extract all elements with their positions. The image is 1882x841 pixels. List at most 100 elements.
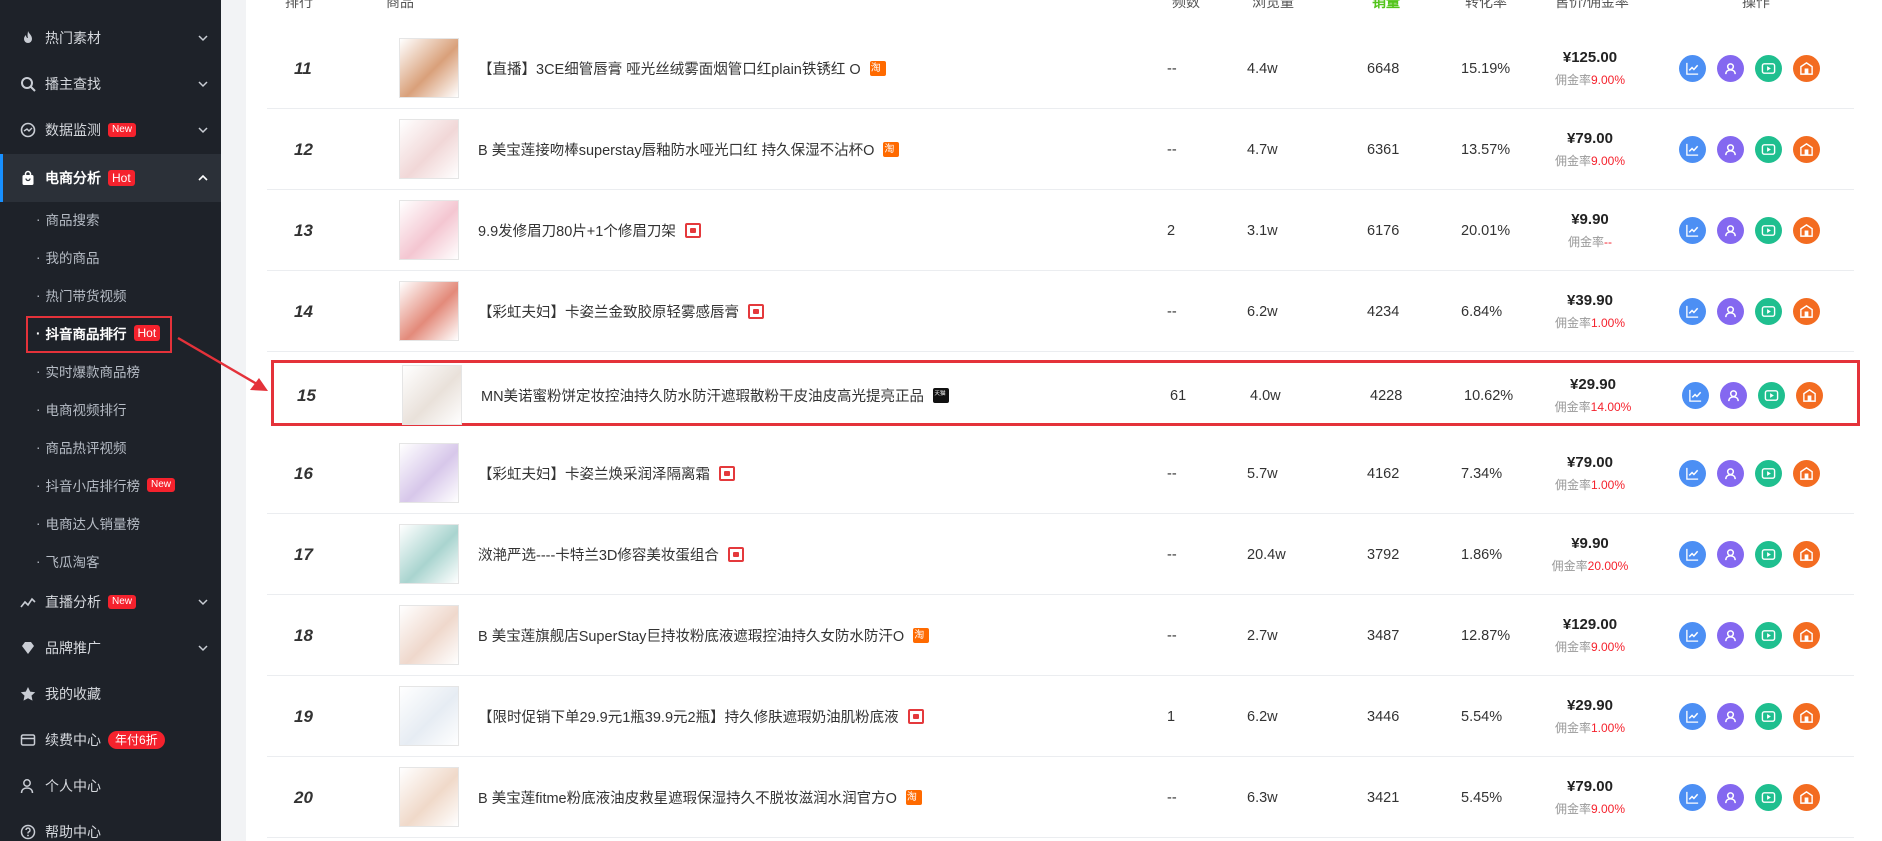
sub-item-ecom-video-ranking[interactable]: · 电商视频排行 xyxy=(36,390,127,428)
nav-hot-material[interactable]: 热门素材 xyxy=(0,16,221,60)
trend-chart-icon[interactable] xyxy=(1679,541,1706,568)
nav-streamer-search[interactable]: 播主查找 xyxy=(0,62,221,106)
table-row-highlighted[interactable]: 15 MN美诺蜜粉饼定妆控油持久防水防汗遮瑕散粉干皮油皮高光提亮正品 61 4.0w 4… xyxy=(271,360,1860,426)
play-video-icon[interactable] xyxy=(1755,136,1782,163)
product-title[interactable]: 【彩虹夫妇】卡姿兰金致胶原轻雾感唇膏 xyxy=(478,271,764,352)
user-icon xyxy=(20,778,36,794)
header-frequency[interactable]: 频数 xyxy=(1172,0,1200,12)
nav-personal-center[interactable]: 个人中心 xyxy=(0,764,221,808)
store-icon[interactable] xyxy=(1793,703,1820,730)
product-thumbnail[interactable] xyxy=(402,365,462,425)
play-video-icon[interactable] xyxy=(1755,784,1782,811)
store-icon[interactable] xyxy=(1793,460,1820,487)
sub-item-feigua-taoke[interactable]: · 飞瓜淘客 xyxy=(36,542,100,580)
trend-chart-icon[interactable] xyxy=(1679,136,1706,163)
store-icon[interactable] xyxy=(1793,622,1820,649)
sub-item-product-search[interactable]: · 商品搜索 xyxy=(36,200,100,238)
user-profile-icon[interactable] xyxy=(1717,298,1744,325)
sub-item-influencer-sales[interactable]: · 电商达人销量榜 xyxy=(36,504,140,542)
play-video-icon[interactable] xyxy=(1758,382,1785,409)
nav-my-favorites[interactable]: 我的收藏 xyxy=(0,672,221,716)
trend-chart-icon[interactable] xyxy=(1679,622,1706,649)
user-profile-icon[interactable] xyxy=(1717,784,1744,811)
trend-chart-icon[interactable] xyxy=(1682,382,1709,409)
user-profile-icon[interactable] xyxy=(1717,55,1744,82)
trend-chart-icon[interactable] xyxy=(1679,217,1706,244)
play-video-icon[interactable] xyxy=(1755,460,1782,487)
product-thumbnail[interactable] xyxy=(399,443,459,503)
sub-item-hot-comment-videos[interactable]: · 商品热评视频 xyxy=(36,428,127,466)
header-rank: 排行 xyxy=(285,0,313,10)
store-icon[interactable] xyxy=(1793,784,1820,811)
table-row[interactable]: 20 B 美宝莲fitme粉底液油皮救星遮瑕保湿持久不脱妆滋润水润官方O -- 6.3… xyxy=(267,757,1854,838)
store-icon[interactable] xyxy=(1793,217,1820,244)
store-icon[interactable] xyxy=(1793,298,1820,325)
store-icon[interactable] xyxy=(1796,382,1823,409)
table-row[interactable]: 18 B 美宝莲旗舰店SuperStay巨持妆粉底液遮瑕控油持久女防水防汗O -- 2… xyxy=(267,595,1854,676)
store-icon[interactable] xyxy=(1793,541,1820,568)
table-row[interactable]: 12 B 美宝莲接吻棒superstay唇釉防水哑光口红 持久保湿不沾杯O -- 4.… xyxy=(267,109,1854,190)
play-video-icon[interactable] xyxy=(1755,541,1782,568)
product-thumbnail[interactable] xyxy=(399,767,459,827)
table-row[interactable]: 13 9.9发修眉刀80片+1个修眉刀架 2 3.1w 6176 20.01% ¥9.90 佣… xyxy=(267,190,1854,271)
product-title[interactable]: 【直播】3CE细管唇膏 哑光丝绒雾面烟管口红plain铁锈红 O xyxy=(478,28,886,109)
row-sales: 4228 xyxy=(1370,387,1403,404)
sub-item-hot-selling-videos[interactable]: · 热门带货视频 xyxy=(36,276,127,314)
product-thumbnail[interactable] xyxy=(399,38,459,98)
trend-chart-icon[interactable] xyxy=(1679,460,1706,487)
header-price-commission[interactable]: 售价/佣金率 xyxy=(1555,0,1629,12)
nav-renewal-center[interactable]: 续费中心 年付6折 xyxy=(0,718,221,762)
user-profile-icon[interactable] xyxy=(1720,382,1747,409)
trend-chart-icon[interactable] xyxy=(1679,298,1706,325)
table-row[interactable]: 19 【限时促销下单29.9元1瓶39.9元2瓶】持久修肤遮瑕奶油肌粉底液 1 6.2… xyxy=(267,676,1854,757)
product-title[interactable]: 滧滟严选----卡特兰3D修容美妆蛋组合 xyxy=(478,514,744,595)
row-commission: 佣金率9.00% xyxy=(1555,152,1625,169)
product-title[interactable]: 【限时促销下单29.9元1瓶39.9元2瓶】持久修肤遮瑕奶油肌粉底液 xyxy=(478,676,924,757)
play-video-icon[interactable] xyxy=(1755,703,1782,730)
store-icon[interactable] xyxy=(1793,136,1820,163)
table-row[interactable]: 16 【彩虹夫妇】卡姿兰焕采润泽隔离霜 -- 5.7w 4162 7.34% ¥79.00 佣… xyxy=(267,433,1854,514)
table-row[interactable]: 17 滧滟严选----卡特兰3D修容美妆蛋组合 -- 20.4w 3792 1.86% ¥9… xyxy=(267,514,1854,595)
product-thumbnail[interactable] xyxy=(399,281,459,341)
play-video-icon[interactable] xyxy=(1755,55,1782,82)
store-icon[interactable] xyxy=(1793,55,1820,82)
table-row[interactable]: 14 【彩虹夫妇】卡姿兰金致胶原轻雾感唇膏 -- 6.2w 4234 6.84% ¥39.9… xyxy=(267,271,1854,352)
nav-ecommerce-analysis[interactable]: 电商分析 Hot xyxy=(0,154,221,202)
play-video-icon[interactable] xyxy=(1755,298,1782,325)
product-title[interactable]: B 美宝莲旗舰店SuperStay巨持妆粉底液遮瑕控油持久女防水防汗O xyxy=(478,595,930,676)
row-commission: 佣金率14.00% xyxy=(1555,398,1632,415)
sub-item-shop-ranking[interactable]: · 抖音小店排行榜 New xyxy=(36,466,176,504)
product-thumbnail[interactable] xyxy=(399,200,459,260)
user-profile-icon[interactable] xyxy=(1717,622,1744,649)
product-title[interactable]: B 美宝莲接吻棒superstay唇釉防水哑光口红 持久保湿不沾杯O xyxy=(478,109,900,190)
nav-data-monitor[interactable]: 数据监测 New xyxy=(0,108,221,152)
nav-help-center[interactable]: 帮助中心 xyxy=(0,810,221,841)
nav-brand-promotion[interactable]: 品牌推广 xyxy=(0,626,221,670)
header-views[interactable]: 浏览量 xyxy=(1252,0,1294,12)
trend-chart-icon[interactable] xyxy=(1679,784,1706,811)
trend-chart-icon[interactable] xyxy=(1679,703,1706,730)
user-profile-icon[interactable] xyxy=(1717,703,1744,730)
product-thumbnail[interactable] xyxy=(399,605,459,665)
header-sales[interactable]: 销量 xyxy=(1372,0,1400,12)
user-profile-icon[interactable] xyxy=(1717,460,1744,487)
play-video-icon[interactable] xyxy=(1755,622,1782,649)
sub-item-my-products[interactable]: · 我的商品 xyxy=(36,238,100,276)
play-video-icon[interactable] xyxy=(1755,217,1782,244)
product-thumbnail[interactable] xyxy=(399,524,459,584)
sub-item-realtime-hot-list[interactable]: · 实时爆款商品榜 xyxy=(36,352,140,390)
product-title[interactable]: B 美宝莲fitme粉底液油皮救星遮瑕保湿持久不脱妆滋润水润官方O xyxy=(478,757,922,838)
user-profile-icon[interactable] xyxy=(1717,136,1744,163)
product-thumbnail[interactable] xyxy=(399,686,459,746)
product-thumbnail[interactable] xyxy=(399,119,459,179)
trend-chart-icon[interactable] xyxy=(1679,55,1706,82)
product-title[interactable]: 【彩虹夫妇】卡姿兰焕采润泽隔离霜 xyxy=(478,433,735,514)
product-title[interactable]: 9.9发修眉刀80片+1个修眉刀架 xyxy=(478,190,701,271)
nav-live-analysis[interactable]: 直播分析 New xyxy=(0,580,221,624)
user-profile-icon[interactable] xyxy=(1717,541,1744,568)
table-row[interactable]: 11 【直播】3CE细管唇膏 哑光丝绒雾面烟管口红plain铁锈红 O -- 4.4w… xyxy=(267,28,1854,109)
product-title[interactable]: MN美诺蜜粉饼定妆控油持久防水防汗遮瑕散粉干皮油皮高光提亮正品 xyxy=(481,355,950,436)
header-conversion[interactable]: 转化率 xyxy=(1465,0,1507,12)
row-price: ¥9.90 xyxy=(1571,211,1609,228)
user-profile-icon[interactable] xyxy=(1717,217,1744,244)
